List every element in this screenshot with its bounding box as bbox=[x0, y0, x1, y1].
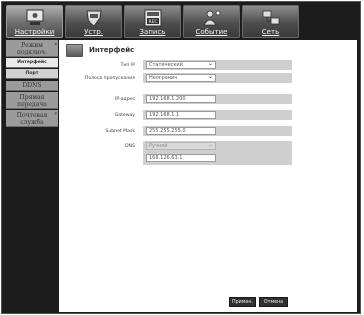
tab-record[interactable]: REC Запись bbox=[124, 5, 181, 38]
menu-item-connection-mode-label: Режим подключ. bbox=[17, 42, 47, 56]
menu-item-interface-label: Интерфейс bbox=[17, 60, 47, 65]
menu-item-port-label: Порт bbox=[25, 71, 39, 76]
bandwidth-row: Неогранич ⌄ bbox=[143, 73, 292, 83]
chevron-down-icon: ⌄ bbox=[207, 141, 213, 148]
bandwidth-select[interactable]: Неогранич ⌄ bbox=[146, 74, 216, 82]
left-menu: Режим подключ. ▴ Интерфейс Порт DDNS Пря… bbox=[6, 40, 58, 312]
ip-address-row: 192.168.1.200 bbox=[143, 94, 292, 104]
svg-text:REC: REC bbox=[148, 19, 157, 25]
tab-record-label: Запись bbox=[139, 28, 166, 36]
chevron-down-icon: ⌄ bbox=[207, 73, 213, 80]
chevron-down-icon: ⌄ bbox=[207, 60, 213, 67]
expand-arrow-icon: ▾ bbox=[54, 111, 57, 117]
tab-network[interactable]: Сеть bbox=[242, 5, 299, 38]
tab-device[interactable]: Устр. bbox=[65, 5, 122, 38]
menu-item-ddns[interactable]: DDNS bbox=[6, 81, 58, 91]
tab-event[interactable]: Событие bbox=[183, 5, 240, 38]
menu-item-port[interactable]: Порт bbox=[6, 69, 58, 79]
menu-item-connection-mode[interactable]: Режим подключ. ▴ bbox=[6, 40, 58, 57]
collapse-arrow-icon: ▴ bbox=[54, 41, 57, 47]
apply-button[interactable]: Примен. bbox=[229, 297, 256, 307]
network-icon bbox=[262, 10, 279, 25]
dns-mode-select: Ручной ⌄ bbox=[146, 142, 216, 150]
gateway-label: Gateway bbox=[114, 113, 135, 118]
subnet-mask-input[interactable]: 255.255.255.0 bbox=[146, 127, 216, 135]
menu-item-live-stream-label: Прямая передача bbox=[17, 94, 47, 108]
ip-address-label: IP-адрес bbox=[115, 97, 135, 102]
tab-network-label: Сеть bbox=[261, 28, 280, 36]
ip-type-row: Статический ⌄ bbox=[143, 60, 292, 70]
top-tab-bar: Настройки Устр. REC Запись Событие Сеть bbox=[6, 5, 358, 38]
device-shield-icon bbox=[85, 10, 102, 27]
subnet-mask-row: 255.255.255.0 bbox=[143, 126, 292, 136]
camera-monitor-icon bbox=[26, 9, 43, 25]
dns-label: DNS bbox=[125, 144, 135, 149]
tab-settings-label: Настройки bbox=[14, 28, 55, 36]
dns-mode-value: Ручной bbox=[149, 143, 168, 149]
page-title: Интерфейс bbox=[89, 46, 135, 54]
tab-settings[interactable]: Настройки bbox=[6, 5, 63, 38]
bandwidth-value: Неогранич bbox=[149, 75, 178, 81]
menu-item-mail-service-label: Почтовая служба bbox=[16, 112, 48, 126]
cancel-button[interactable]: Отмена bbox=[259, 297, 288, 307]
record-rec-icon: REC bbox=[144, 9, 161, 27]
interface-settings-panel: Интерфейс Тип IP Статический ⌄ Полоса пр… bbox=[59, 40, 357, 312]
interface-icon bbox=[66, 44, 83, 57]
subnet-mask-label: Subnet Mask bbox=[105, 129, 135, 134]
gateway-row: 192.168.1.1 bbox=[143, 110, 292, 120]
ip-type-value: Статический bbox=[149, 62, 183, 68]
menu-item-interface[interactable]: Интерфейс bbox=[6, 58, 58, 68]
menu-item-live-stream[interactable]: Прямая передача bbox=[6, 92, 58, 109]
bandwidth-label: Полоса пропускания bbox=[84, 76, 135, 81]
ip-type-select[interactable]: Статический ⌄ bbox=[146, 61, 216, 69]
ip-type-label: Тип IP bbox=[120, 63, 135, 68]
event-person-icon bbox=[202, 10, 220, 26]
gateway-input[interactable]: 192.168.1.1 bbox=[146, 111, 216, 119]
tab-device-label: Устр. bbox=[84, 28, 103, 36]
ip-address-input[interactable]: 192.168.1.200 bbox=[146, 95, 216, 103]
dvr-settings-window: Настройки Устр. REC Запись Событие Сеть … bbox=[1, 1, 361, 314]
dns-row: Ручной ⌄ 168.126.63.1 bbox=[143, 141, 292, 165]
menu-item-mail-service[interactable]: Почтовая служба ▾ bbox=[6, 110, 58, 127]
menu-item-ddns-label: DDNS bbox=[22, 82, 42, 89]
tab-event-label: Событие bbox=[195, 28, 228, 36]
dns-server-input[interactable]: 168.126.63.1 bbox=[146, 154, 216, 162]
